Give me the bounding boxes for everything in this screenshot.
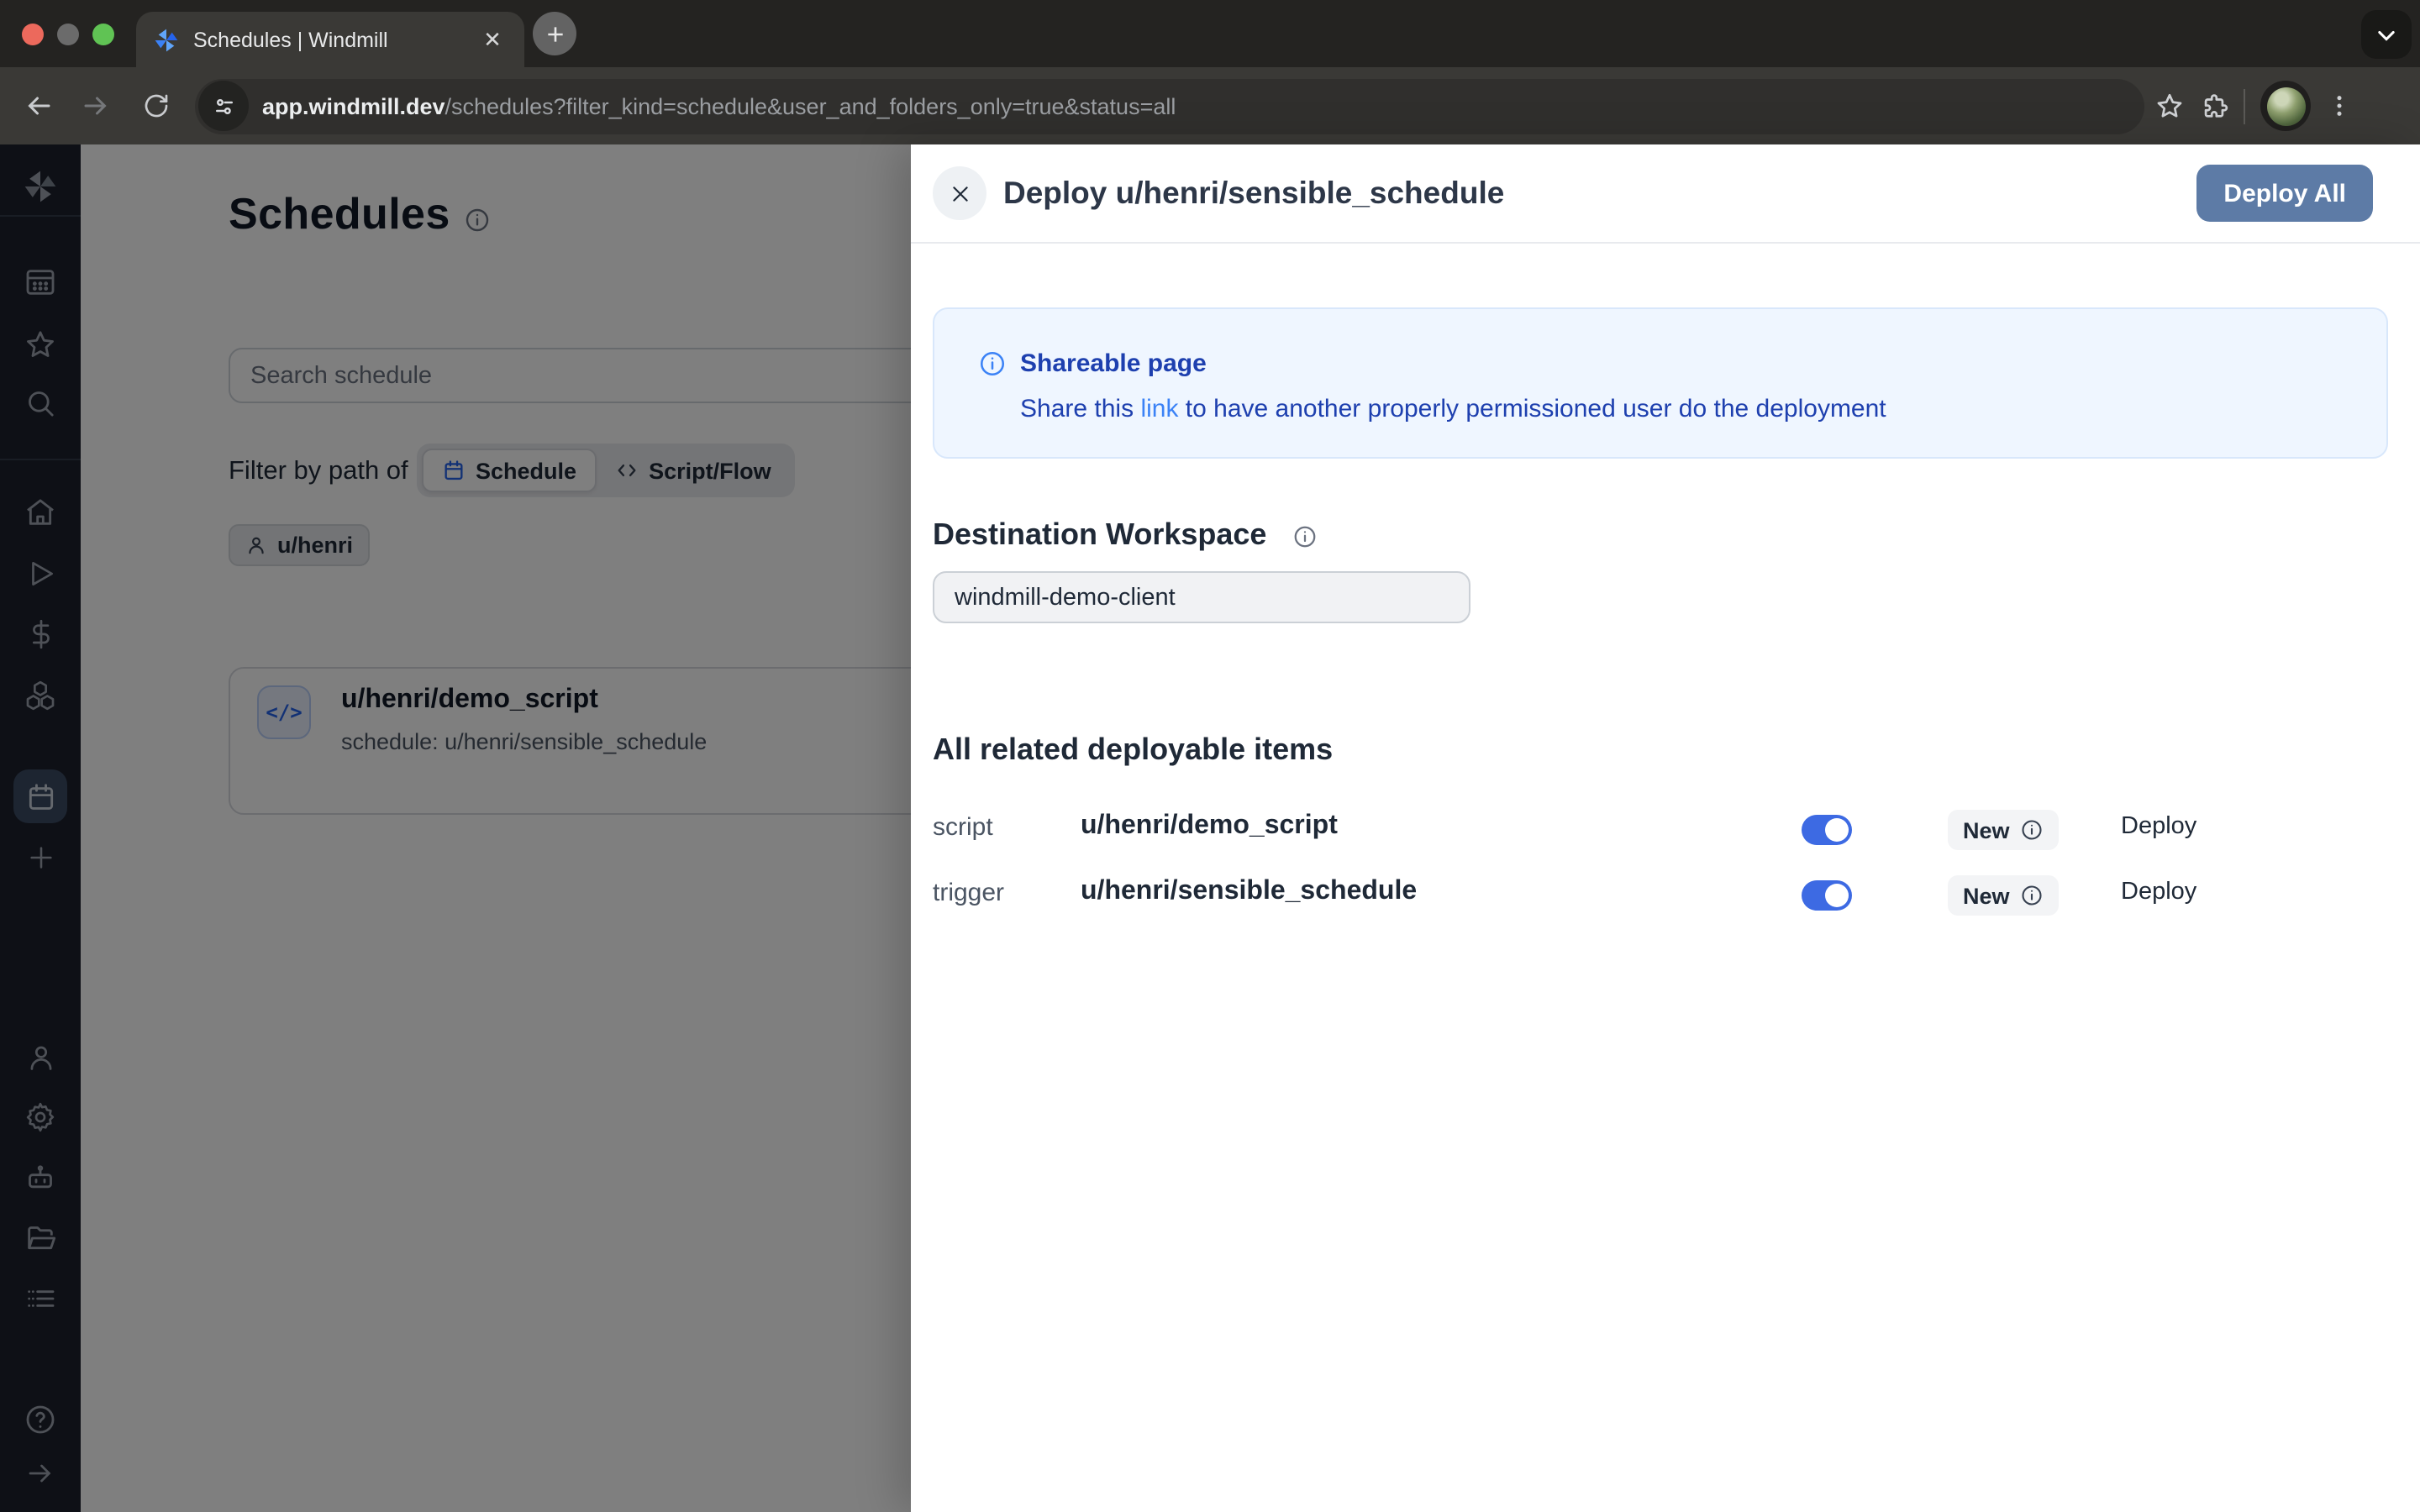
item-enable-toggle[interactable] xyxy=(1802,815,1852,845)
chevron-down-icon xyxy=(2375,23,2398,46)
item-status-badge: New xyxy=(1948,875,2059,916)
shareable-page-infobox: Shareable page Share this link to have a… xyxy=(933,307,2388,459)
item-path: u/henri/demo_script xyxy=(1081,811,1338,842)
drawer-title: Deploy u/henri/sensible_schedule xyxy=(1003,175,1504,212)
destination-workspace-heading: Destination Workspace xyxy=(933,517,1266,553)
browser-tab[interactable]: Schedules | Windmill ✕ xyxy=(136,12,524,67)
badge-label: New xyxy=(1963,883,2010,908)
tab-search-button[interactable] xyxy=(2361,10,2412,59)
item-kind: script xyxy=(933,813,993,842)
browser-toolbar: app.windmill.dev/schedules?filter_kind=s… xyxy=(0,67,2420,144)
deploy-item-button[interactable]: Deploy xyxy=(2121,879,2196,906)
info-icon xyxy=(978,349,1007,378)
back-button[interactable] xyxy=(13,81,64,131)
avatar xyxy=(2266,87,2305,125)
item-status-badge: New xyxy=(1948,810,2059,850)
site-settings-button[interactable] xyxy=(198,81,249,131)
deployable-row-script: script u/henri/demo_script New Deploy xyxy=(911,805,2420,855)
deployable-row-trigger: trigger u/henri/sensible_schedule New De… xyxy=(911,870,2420,921)
screen: Schedules | Windmill ✕ xyxy=(0,0,2420,1512)
deploy-item-button[interactable]: Deploy xyxy=(2121,813,2196,840)
drawer-header-divider xyxy=(911,242,2420,244)
new-tab-button[interactable] xyxy=(533,12,576,55)
info-icon[interactable] xyxy=(2020,884,2044,907)
tune-icon xyxy=(211,93,236,118)
tab-close-icon[interactable]: ✕ xyxy=(477,24,508,55)
infobox-text: to have another properly permissioned us… xyxy=(1178,395,1886,423)
traffic-light-minimize[interactable] xyxy=(57,24,79,45)
plus-icon xyxy=(544,23,566,45)
infobox-text: Share this xyxy=(1020,395,1140,423)
toolbar-divider xyxy=(2244,88,2245,123)
drawer-close-button[interactable] xyxy=(933,166,986,220)
item-kind: trigger xyxy=(933,879,1004,907)
item-path: u/henri/sensible_schedule xyxy=(1081,877,1417,907)
infobox-title: Shareable page xyxy=(1020,349,1207,378)
deploy-drawer: Deploy u/henri/sensible_schedule Deploy … xyxy=(911,144,2420,1512)
bookmark-star-icon[interactable] xyxy=(2154,91,2185,121)
modal-overlay[interactable] xyxy=(0,144,911,1512)
profile-button[interactable] xyxy=(2260,81,2311,131)
windmill-favicon xyxy=(153,26,180,53)
forward-button[interactable] xyxy=(71,81,121,131)
close-icon xyxy=(949,182,971,204)
extensions-puzzle-icon[interactable] xyxy=(2200,92,2228,120)
reload-button[interactable] xyxy=(131,81,182,131)
traffic-light-zoom[interactable] xyxy=(92,24,114,45)
url-path: /schedules?filter_kind=schedule&user_and… xyxy=(445,93,1176,118)
destination-workspace-input[interactable] xyxy=(933,571,1470,623)
address-bar[interactable]: app.windmill.dev/schedules?filter_kind=s… xyxy=(195,78,2144,134)
infobox-body: Share this link to have another properly… xyxy=(1020,395,1886,423)
web-content: Schedules Filter by path of Schedule xyxy=(0,144,2420,1512)
toggle-knob xyxy=(1825,884,1849,907)
traffic-light-close[interactable] xyxy=(22,24,44,45)
browser-menu-icon[interactable] xyxy=(2326,92,2353,119)
share-link[interactable]: link xyxy=(1140,395,1178,423)
item-enable-toggle[interactable] xyxy=(1802,880,1852,911)
info-icon[interactable] xyxy=(2020,818,2044,842)
forward-arrow-icon xyxy=(81,91,111,121)
toolbar-right xyxy=(2154,81,2353,131)
browser-tab-bar: Schedules | Windmill ✕ xyxy=(0,0,2420,67)
badge-label: New xyxy=(1963,817,2010,843)
info-icon[interactable] xyxy=(1292,524,1318,549)
tab-title: Schedules | Windmill xyxy=(193,28,477,51)
deployable-items-heading: All related deployable items xyxy=(933,732,1333,768)
reload-icon xyxy=(143,92,170,119)
back-arrow-icon xyxy=(24,91,54,121)
deploy-all-button[interactable]: Deploy All xyxy=(2196,165,2373,222)
url-text: app.windmill.dev/schedules?filter_kind=s… xyxy=(262,93,1176,118)
toggle-knob xyxy=(1825,818,1849,842)
url-domain: app.windmill.dev xyxy=(262,93,445,118)
